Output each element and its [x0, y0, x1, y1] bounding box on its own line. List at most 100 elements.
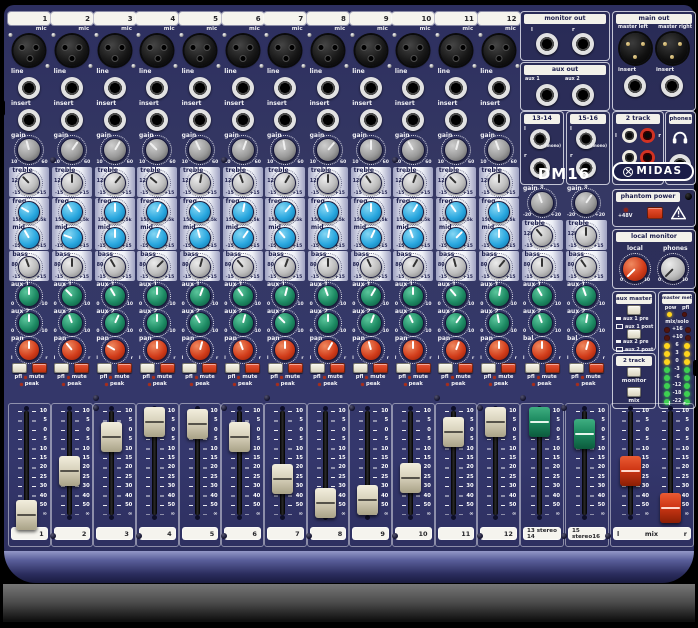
mid-freq-3-knob[interactable] [104, 201, 126, 223]
treble-12-knob[interactable] [488, 172, 510, 194]
aux1-11-knob[interactable] [445, 285, 467, 307]
channel-4-fader[interactable] [144, 407, 165, 437]
treble-8-knob[interactable] [317, 172, 339, 194]
treble-10-knob[interactable] [402, 172, 424, 194]
pan-4-knob[interactable] [146, 339, 168, 361]
gain-2-knob[interactable] [60, 138, 84, 162]
mute-button-4[interactable] [160, 363, 175, 373]
aux2-12-knob[interactable] [488, 312, 510, 334]
mid-4-knob[interactable] [146, 227, 168, 249]
mid-freq-2-knob[interactable] [61, 201, 83, 223]
pfl-button-5[interactable] [182, 363, 197, 373]
aux1-10-knob[interactable] [402, 285, 424, 307]
bass-4-knob[interactable] [146, 256, 168, 278]
bass-12-knob[interactable] [488, 256, 510, 278]
pan-12-knob[interactable] [488, 339, 510, 361]
mute-button-1[interactable] [32, 363, 47, 373]
aux1-9-knob[interactable] [360, 285, 382, 307]
gain-st13-knob[interactable] [530, 191, 554, 215]
pfl-button-st15[interactable] [569, 363, 584, 373]
treble-9-knob[interactable] [360, 172, 382, 194]
pfl-button-4[interactable] [140, 363, 155, 373]
bal-st15-knob[interactable] [575, 339, 597, 361]
gain-9-knob[interactable] [359, 138, 383, 162]
aux1-1-knob[interactable] [18, 285, 40, 307]
mid-freq-7-knob[interactable] [274, 201, 296, 223]
pfl-button-11[interactable] [438, 363, 453, 373]
pan-1-knob[interactable] [18, 339, 40, 361]
mid-freq-1-knob[interactable] [18, 201, 40, 223]
stereo-13-fader[interactable] [529, 407, 550, 437]
bass-5-knob[interactable] [189, 256, 211, 278]
channel-7-fader[interactable] [272, 464, 293, 494]
mid-9-knob[interactable] [360, 227, 382, 249]
aux2-1-knob[interactable] [18, 312, 40, 334]
local-level-knob[interactable] [622, 256, 648, 282]
channel-10-fader[interactable] [400, 463, 421, 493]
gain-7-knob[interactable] [273, 138, 297, 162]
mute-button-9[interactable] [373, 363, 388, 373]
aux2-st13-knob[interactable] [531, 312, 553, 334]
channel-2-fader[interactable] [59, 456, 80, 486]
aux2-st15-knob[interactable] [575, 312, 597, 334]
aux1-2-knob[interactable] [61, 285, 83, 307]
treble-6-knob[interactable] [232, 172, 254, 194]
aux2-5-knob[interactable] [189, 312, 211, 334]
bass-8-knob[interactable] [317, 256, 339, 278]
bass-st15-knob[interactable] [575, 256, 597, 278]
mix-right-fader[interactable] [660, 493, 681, 523]
mute-button-3[interactable] [117, 363, 132, 373]
channel-1-fader[interactable] [16, 500, 37, 530]
pfl-button-9[interactable] [353, 363, 368, 373]
mid-freq-8-knob[interactable] [317, 201, 339, 223]
bass-1-knob[interactable] [18, 256, 40, 278]
gain-11-knob[interactable] [444, 138, 468, 162]
bass-3-knob[interactable] [104, 256, 126, 278]
bass-9-knob[interactable] [360, 256, 382, 278]
mid-6-knob[interactable] [232, 227, 254, 249]
mid-freq-6-knob[interactable] [232, 201, 254, 223]
pfl-button-10[interactable] [396, 363, 411, 373]
pan-5-knob[interactable] [189, 339, 211, 361]
mid-freq-10-knob[interactable] [402, 201, 424, 223]
aux1-7-knob[interactable] [274, 285, 296, 307]
pfl-button-6[interactable] [225, 363, 240, 373]
treble-5-knob[interactable] [189, 172, 211, 194]
aux1-5-knob[interactable] [189, 285, 211, 307]
gain-8-knob[interactable] [316, 138, 340, 162]
treble-4-knob[interactable] [146, 172, 168, 194]
gain-10-knob[interactable] [401, 138, 425, 162]
mid-8-knob[interactable] [317, 227, 339, 249]
channel-8-fader[interactable] [315, 488, 336, 518]
aux2-6-knob[interactable] [232, 312, 254, 334]
mute-button-7[interactable] [288, 363, 303, 373]
aux1-8-knob[interactable] [317, 285, 339, 307]
pfl-button-st13[interactable] [525, 363, 540, 373]
two-track-mix-button[interactable] [627, 387, 641, 397]
treble-st13-knob[interactable] [531, 225, 553, 247]
bass-st13-knob[interactable] [531, 256, 553, 278]
mid-7-knob[interactable] [274, 227, 296, 249]
pfl-button-7[interactable] [268, 363, 283, 373]
aux1-4-knob[interactable] [146, 285, 168, 307]
mid-3-knob[interactable] [104, 227, 126, 249]
pan-2-knob[interactable] [61, 339, 83, 361]
aux2-pre-post-button[interactable] [627, 329, 641, 339]
gain-3-knob[interactable] [103, 138, 127, 162]
mix-left-fader[interactable] [620, 456, 641, 486]
mute-button-2[interactable] [74, 363, 89, 373]
gain-12-knob[interactable] [487, 138, 511, 162]
mute-button-st13[interactable] [545, 363, 560, 373]
aux1-3-knob[interactable] [104, 285, 126, 307]
mid-freq-12-knob[interactable] [488, 201, 510, 223]
treble-st15-knob[interactable] [575, 225, 597, 247]
aux2-11-knob[interactable] [445, 312, 467, 334]
aux1-pre-post-button[interactable] [627, 305, 641, 315]
gain-4-knob[interactable] [145, 138, 169, 162]
mute-button-5[interactable] [202, 363, 217, 373]
bal-st13-knob[interactable] [531, 339, 553, 361]
stereo-15-fader[interactable] [574, 419, 595, 449]
treble-7-knob[interactable] [274, 172, 296, 194]
pan-3-knob[interactable] [104, 339, 126, 361]
mute-button-11[interactable] [458, 363, 473, 373]
